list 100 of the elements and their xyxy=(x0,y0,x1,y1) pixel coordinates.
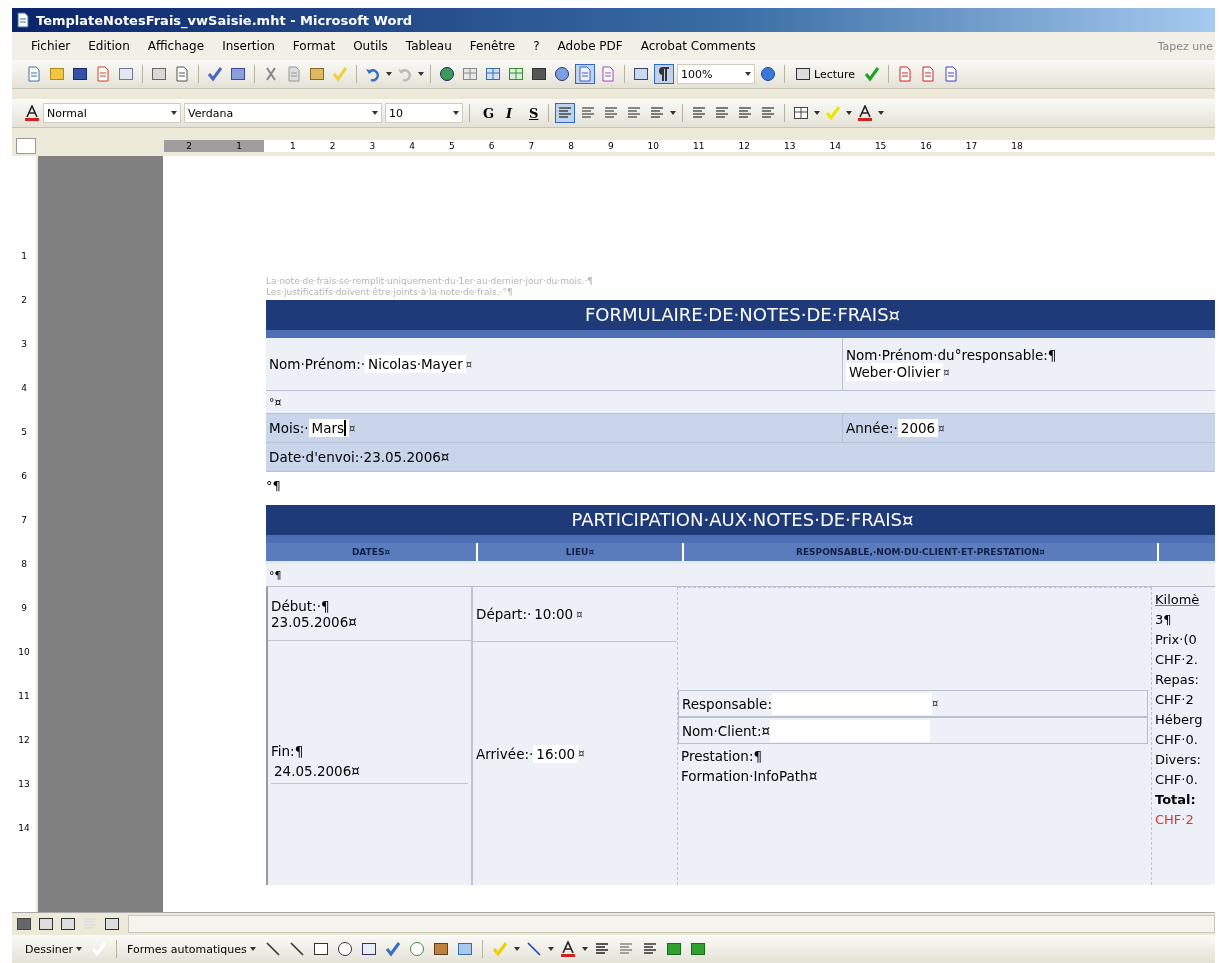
ruler-number: 6 xyxy=(488,141,495,151)
instruction-text: La·note·de·frais·se·remplit·uniquement·du·1er·au·dernier·jour·du·mois.·¶ xyxy=(266,276,595,287)
instruction-text: Les·justificatifs·doivent·être·joints·à·la·note·de·frais.·°¶ xyxy=(266,287,514,298)
ruler-number: 2 xyxy=(21,296,27,304)
document-lock-icon[interactable] xyxy=(95,66,111,82)
spellcheck-icon[interactable] xyxy=(207,66,223,82)
ruler-number: 17 xyxy=(965,141,978,151)
spreadsheet-icon[interactable] xyxy=(508,66,524,82)
pdf-icon[interactable] xyxy=(920,66,937,82)
caret-icon[interactable] xyxy=(581,947,588,951)
cost-text: Repas: xyxy=(1155,672,1200,687)
font-size-dropdown[interactable]: 10 xyxy=(385,103,463,123)
field-label: Fin:¶ xyxy=(271,743,305,759)
document-icon xyxy=(15,12,31,28)
align-right-icon[interactable] xyxy=(603,105,619,121)
undo-icon[interactable] xyxy=(365,66,381,82)
date-value: 24.05.2006¤ xyxy=(271,759,468,784)
input-field[interactable]: 10:00 xyxy=(531,605,577,623)
style-dropdown[interactable]: Normal xyxy=(43,103,181,123)
align-center-icon[interactable] xyxy=(580,105,596,121)
cost-text: CHF·2 xyxy=(1155,692,1195,707)
input-field[interactable]: 16:00 xyxy=(533,744,579,763)
caret-icon[interactable] xyxy=(547,947,554,951)
pdf-icon[interactable] xyxy=(943,66,960,82)
autoshapes-menu[interactable]: Formes automatiques xyxy=(124,942,259,956)
underline-button[interactable]: S xyxy=(522,103,542,123)
font-color-icon xyxy=(24,105,40,121)
ruler-number: 5 xyxy=(21,428,27,436)
line-color-icon[interactable] xyxy=(525,941,542,957)
input-field[interactable]: Mars xyxy=(308,419,350,437)
tab-selector[interactable] xyxy=(16,138,36,154)
font-color-icon[interactable] xyxy=(559,941,576,957)
border-icon[interactable] xyxy=(793,105,809,121)
ruler-number: 7 xyxy=(528,141,535,151)
caret-icon[interactable] xyxy=(878,111,884,115)
ruler-number: 2 xyxy=(329,141,336,151)
menu-item[interactable]: ? xyxy=(524,39,549,53)
read-button[interactable]: Lecture xyxy=(791,66,860,82)
caret-icon[interactable] xyxy=(513,947,520,951)
caret-icon[interactable] xyxy=(372,111,378,115)
horizontal-scrollbar[interactable] xyxy=(128,915,1215,933)
table-icon[interactable] xyxy=(485,66,501,82)
field-label: Année:· xyxy=(846,420,898,436)
magnifier-page-icon[interactable] xyxy=(174,66,190,82)
service-value: Formation·InfoPath¤ xyxy=(681,767,819,786)
pilcrow-icon[interactable] xyxy=(656,66,672,82)
ruler-number: 13 xyxy=(783,141,796,151)
ruler-number: 1 xyxy=(236,141,242,151)
document-map-icon[interactable] xyxy=(577,66,593,82)
cost-text: CHF·0. xyxy=(1155,772,1199,787)
bold-button[interactable]: G xyxy=(476,103,496,123)
ruler-number: 12 xyxy=(738,141,750,151)
zoom-dropdown[interactable]: 100% xyxy=(677,64,755,84)
font-color-icon[interactable] xyxy=(857,105,873,121)
menu-item[interactable]: Fichier xyxy=(22,39,80,53)
caret-icon[interactable] xyxy=(171,111,177,115)
rectangle-icon[interactable] xyxy=(312,941,329,957)
input-field[interactable]: Nicolas·Mayer xyxy=(365,355,466,373)
menu-item[interactable]: Insertion xyxy=(213,39,284,53)
caret-icon[interactable] xyxy=(386,72,392,76)
input-field[interactable]: 2006 xyxy=(897,419,939,437)
caret-icon[interactable] xyxy=(418,72,424,76)
caret-icon[interactable] xyxy=(846,111,852,115)
menu-item[interactable]: Edition xyxy=(79,39,139,53)
menu-item[interactable]: Adobe PDF xyxy=(548,39,632,53)
ruler-number: 9 xyxy=(607,141,614,151)
menu-item[interactable]: Affichage xyxy=(138,39,214,53)
justify-icon[interactable] xyxy=(626,105,642,121)
scissors-icon[interactable] xyxy=(263,66,279,82)
caret-icon[interactable] xyxy=(670,111,676,115)
line-icon[interactable] xyxy=(264,941,281,957)
italic-button[interactable]: I xyxy=(499,103,519,123)
document-icon[interactable] xyxy=(26,66,42,82)
caret-icon[interactable] xyxy=(249,947,256,951)
font-dropdown[interactable]: Verdana xyxy=(184,103,382,123)
cost-text: Kilomè xyxy=(1155,592,1201,607)
draw-menu[interactable]: Dessiner xyxy=(22,942,86,956)
input-field[interactable]: Weber·Olivier xyxy=(846,363,944,381)
cost-text: Divers: xyxy=(1155,752,1202,767)
menu-item[interactable]: Fenêtre xyxy=(460,39,525,53)
equation-icon[interactable] xyxy=(600,66,616,82)
field-label: Départ:· xyxy=(476,606,532,622)
pdf-icon[interactable] xyxy=(897,66,914,82)
ruler-number: 18 xyxy=(1011,141,1023,151)
caret-icon[interactable] xyxy=(453,111,459,115)
cell-mark: °¶ xyxy=(268,567,282,584)
menu-item[interactable]: Format xyxy=(283,39,345,53)
ruler-number: 3 xyxy=(21,340,27,348)
menu-item[interactable]: Tableau xyxy=(396,39,461,53)
caret-icon[interactable] xyxy=(76,947,83,951)
caret-icon[interactable] xyxy=(745,72,751,76)
menu-item[interactable]: Outils xyxy=(344,39,397,53)
menu-item[interactable]: Acrobat Comments xyxy=(631,39,765,53)
caret-icon[interactable] xyxy=(814,111,820,115)
ellipse-icon[interactable] xyxy=(336,941,353,957)
align-left-icon[interactable] xyxy=(557,105,573,121)
column-header: DATES¤ xyxy=(266,543,478,561)
table-pen-icon[interactable] xyxy=(462,66,478,82)
ruler-number: 13 xyxy=(18,780,30,788)
ruler-number: 12 xyxy=(18,736,30,744)
